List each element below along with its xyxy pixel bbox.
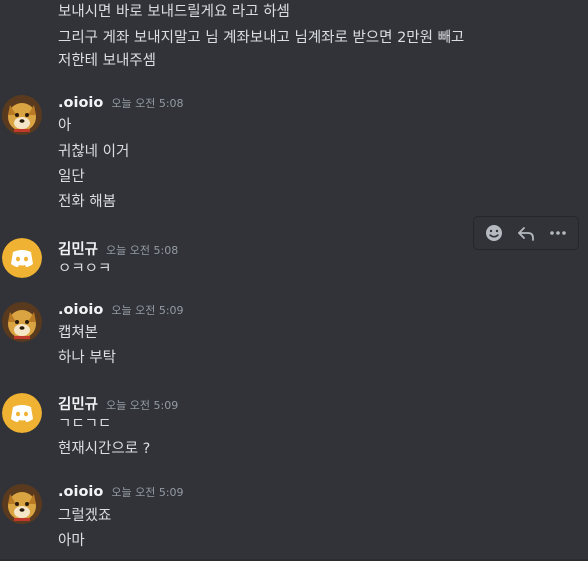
- message-text: 그럴겠죠: [58, 508, 112, 524]
- message-text: ㅇㅋㅇㅋ: [58, 261, 112, 277]
- discord-avatar-icon: [2, 238, 42, 278]
- add-reaction-icon: [486, 225, 502, 241]
- timestamp[interactable]: 오늘 오전 5:09: [111, 302, 183, 318]
- user-avatar[interactable]: [2, 302, 42, 342]
- username[interactable]: .oioio: [58, 484, 103, 500]
- message-text: 하나 부탁: [58, 350, 116, 366]
- more-options-button[interactable]: [544, 220, 572, 246]
- timestamp[interactable]: 오늘 오전 5:09: [111, 484, 183, 500]
- message-text: 보내시면 바로 보내드릴게요 라고 하셈: [58, 4, 290, 20]
- message-header: .oioio 오늘 오전 5:09: [58, 302, 184, 322]
- timestamp[interactable]: 오늘 오전 5:08: [111, 95, 183, 111]
- username[interactable]: .oioio: [58, 302, 103, 318]
- dog-avatar-icon: [2, 484, 42, 524]
- message-text: 귀찮네 이거: [58, 144, 130, 160]
- message-header: 김민규 오늘 오전 5:08: [58, 238, 178, 258]
- message-text: 저한테 보내주셈: [58, 53, 156, 69]
- chat-message-list: 보내시면 바로 보내드릴게요 라고 하셈 그리구 게좌 보내지말고 님 계좌보내…: [0, 0, 588, 561]
- dog-avatar-icon: [2, 95, 42, 135]
- dog-avatar-icon: [2, 302, 42, 342]
- reply-button[interactable]: [512, 220, 540, 246]
- message-text: ㄱㄷㄱㄷ: [58, 416, 112, 432]
- username[interactable]: .oioio: [58, 95, 103, 111]
- message-text: 전화 해봄: [58, 194, 116, 210]
- message-text: 아마: [58, 533, 85, 549]
- user-avatar[interactable]: [2, 238, 42, 278]
- message-text: 현재시간으로 ?: [58, 441, 151, 457]
- user-avatar[interactable]: [2, 95, 42, 135]
- reply-icon: [518, 227, 534, 241]
- message-header: 김민규 오늘 오전 5:09: [58, 393, 178, 413]
- user-avatar[interactable]: [2, 484, 42, 524]
- discord-avatar-icon: [2, 393, 42, 433]
- username[interactable]: 김민규: [58, 393, 98, 414]
- message-header: .oioio 오늘 오전 5:09: [58, 484, 184, 504]
- timestamp[interactable]: 오늘 오전 5:08: [106, 242, 178, 258]
- timestamp[interactable]: 오늘 오전 5:09: [106, 397, 178, 413]
- message-text: 캡쳐본: [58, 325, 99, 341]
- message-text: 그리구 게좌 보내지말고 님 계좌보내고 님계좌로 받으면 2만원 빼고: [58, 30, 465, 46]
- username[interactable]: 김민규: [58, 238, 98, 259]
- message-text: 일단: [58, 169, 85, 185]
- more-options-icon: [550, 231, 566, 235]
- add-reaction-button[interactable]: [480, 220, 508, 246]
- message-text: 아: [58, 118, 72, 134]
- message-hover-toolbar: [473, 216, 579, 250]
- user-avatar[interactable]: [2, 393, 42, 433]
- message-header: .oioio 오늘 오전 5:08: [58, 95, 184, 115]
